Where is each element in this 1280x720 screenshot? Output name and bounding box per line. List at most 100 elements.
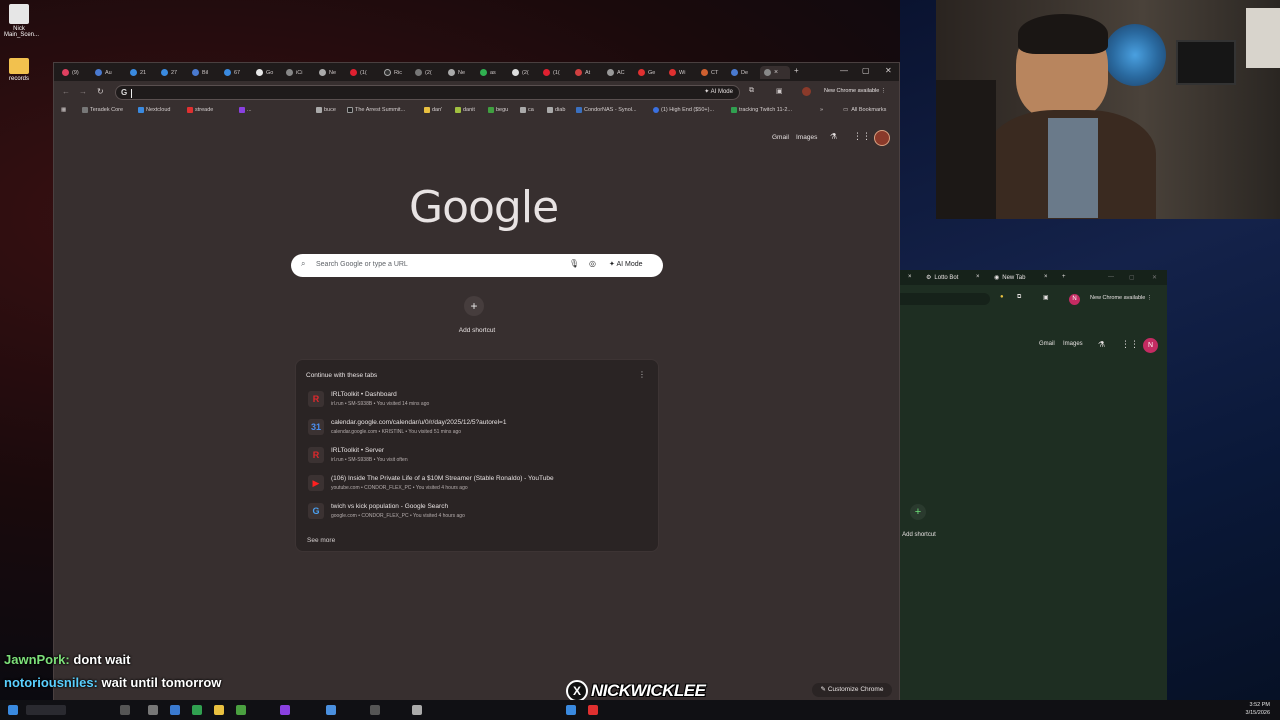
profile-avatar[interactable] [874, 130, 890, 146]
omnibox[interactable] [900, 293, 990, 305]
gmail-link[interactable]: Gmail [1039, 341, 1055, 347]
bookmark-item[interactable]: (1) High End ($50+)... [653, 107, 714, 113]
extension-icon[interactable]: ● [1000, 294, 1004, 300]
bookmark-item[interactable]: ca [520, 107, 534, 113]
back-icon[interactable]: ← [62, 87, 70, 96]
ntp-search-box[interactable]: ⌕ Search Google or type a URL 🎙 ◎ ✦ AI M… [291, 254, 663, 277]
close-window-button[interactable]: ✕ [1152, 274, 1157, 281]
browser-tab[interactable]: Wi [669, 66, 685, 79]
bookmark-item[interactable]: CondorNAS - Synol... [576, 107, 637, 113]
ai-mode-button[interactable]: ✦ AI Mode [609, 260, 643, 268]
taskbar-search-box[interactable] [26, 705, 66, 715]
browser-tab[interactable]: (2( [415, 66, 432, 79]
all-bookmarks-button[interactable]: ▭ All Bookmarks [843, 107, 886, 113]
bookmark-item[interactable]: buce [316, 107, 336, 113]
bookmark-item[interactable]: tracking Twitch 11-2... [731, 107, 792, 113]
browser-tab-active[interactable]: ◉ New Tab [994, 274, 1026, 282]
bookmark-item[interactable]: streade [187, 107, 213, 113]
continue-tab-item[interactable]: Gtwich vs kick population - Google Searc… [304, 500, 652, 524]
browser-tab[interactable]: 21 [130, 66, 146, 79]
continue-tab-item[interactable]: 31 calendar.google.com/calendar/u/0/r/day… [304, 416, 652, 440]
close-icon[interactable]: × [976, 274, 980, 280]
browser-tab[interactable]: De [731, 66, 748, 79]
add-shortcut-button[interactable]: + [464, 296, 484, 316]
side-panel-icon[interactable]: ▣ [1043, 294, 1049, 301]
taskbar-app-icon[interactable] [326, 705, 336, 715]
taskbar-app-icon[interactable] [280, 705, 290, 715]
taskbar-app-icon[interactable] [412, 705, 422, 715]
continue-tab-item[interactable]: R IRLToolkit • Dashboard irl.run • SM-S938… [304, 388, 652, 412]
maximize-button[interactable]: ▢ [1129, 274, 1135, 281]
close-icon[interactable]: × [774, 69, 778, 76]
omnibox[interactable]: G ✦ AI Mode [115, 85, 740, 100]
add-shortcut-button[interactable]: + [910, 504, 926, 520]
taskbar-app-icon[interactable] [148, 705, 158, 715]
profile-avatar[interactable]: N [1069, 294, 1080, 305]
taskbar-app-icon[interactable] [566, 705, 576, 715]
taskbar-app-icon[interactable] [588, 705, 598, 715]
apps-grid-icon[interactable]: ⋮⋮ [1121, 339, 1139, 350]
browser-tab[interactable]: Ric [384, 66, 402, 79]
desktop-icon-scene-file[interactable]: Nick Main_Scen... [4, 4, 39, 38]
close-icon[interactable]: × [1044, 274, 1048, 280]
extensions-icon[interactable]: ⧉ [1017, 294, 1021, 301]
taskbar-app-icon[interactable] [192, 705, 202, 715]
taskbar-app-icon[interactable] [236, 705, 246, 715]
more-options-icon[interactable]: ⋮ [638, 370, 646, 379]
browser-tab[interactable]: (2( [512, 66, 529, 79]
browser-tab[interactable]: (1( [543, 66, 560, 79]
bookmark-item[interactable]: ... [239, 107, 252, 113]
profile-avatar[interactable] [802, 87, 811, 96]
browser-tab[interactable]: (1( [350, 66, 367, 79]
taskbar-app-icon[interactable] [120, 705, 130, 715]
images-link[interactable]: Images [1063, 341, 1083, 347]
bookmark-item[interactable]: danit [455, 107, 475, 113]
continue-tab-item[interactable]: ▶ (106) Inside The Private Life of a $10M… [304, 472, 652, 496]
close-icon[interactable]: × [908, 274, 912, 280]
see-more-link[interactable]: See more [307, 537, 335, 544]
reload-icon[interactable]: ↻ [97, 87, 104, 96]
browser-tab[interactable]: Ge [638, 66, 655, 79]
bookmark-item[interactable]: Nextcloud [138, 107, 170, 113]
desktop-icon-records[interactable]: records [4, 58, 34, 82]
new-tab-button[interactable]: + [1062, 274, 1066, 280]
close-window-button[interactable]: ✕ [885, 66, 892, 75]
apps-grid-icon[interactable]: ⋮⋮ [853, 131, 871, 142]
gmail-link[interactable]: Gmail [772, 134, 789, 141]
system-clock[interactable]: 3:52 PM 3/15/2026 [1246, 701, 1270, 717]
browser-tab[interactable]: Bil [192, 66, 208, 79]
browser-tab[interactable]: CT [701, 66, 718, 79]
browser-tab[interactable]: Ne [319, 66, 336, 79]
browser-tab[interactable]: as [480, 66, 496, 79]
browser-tab[interactable]: ⚙ Lotto Bot [926, 274, 958, 282]
taskbar-app-icon[interactable] [370, 705, 380, 715]
browser-tab[interactable]: (9) [62, 66, 79, 79]
bookmark-item[interactable]: dan' [424, 107, 442, 113]
browser-tab[interactable]: At [575, 66, 590, 79]
bookmarks-overflow-icon[interactable]: » [820, 107, 823, 113]
browser-tab[interactable]: 27 [161, 66, 177, 79]
browser-tab[interactable]: iCi [286, 66, 302, 79]
forward-icon[interactable]: → [79, 87, 87, 96]
customize-chrome-button[interactable]: ✎ Customize Chrome [812, 683, 892, 697]
taskbar-app-icon[interactable] [170, 705, 180, 715]
profile-avatar[interactable]: N [1143, 338, 1158, 353]
new-chrome-available-button[interactable]: New Chrome available ⋮ [1090, 295, 1152, 301]
bookmark-item[interactable]: The Arrest Summit... [347, 107, 405, 113]
new-tab-button[interactable]: + [794, 66, 799, 75]
minimize-button[interactable]: — [1108, 274, 1114, 280]
labs-flask-icon[interactable]: ⚗ [1098, 340, 1105, 349]
browser-tab-active[interactable]: × [760, 66, 790, 79]
browser-tab[interactable]: AC [607, 66, 625, 79]
browser-tab[interactable]: Au [95, 66, 112, 79]
browser-tab[interactable]: Go [256, 66, 273, 79]
apps-grid-icon[interactable]: ▦ [61, 107, 66, 113]
start-icon[interactable] [8, 705, 18, 715]
browser-tab[interactable]: Ne [448, 66, 465, 79]
images-link[interactable]: Images [796, 134, 817, 141]
taskbar-app-icon[interactable] [214, 705, 224, 715]
minimize-button[interactable]: — [840, 66, 848, 75]
extensions-icon[interactable]: ⧉ [749, 87, 754, 95]
microphone-icon[interactable]: 🎙 [569, 259, 579, 268]
ai-mode-button[interactable]: ✦ AI Mode [704, 88, 733, 95]
